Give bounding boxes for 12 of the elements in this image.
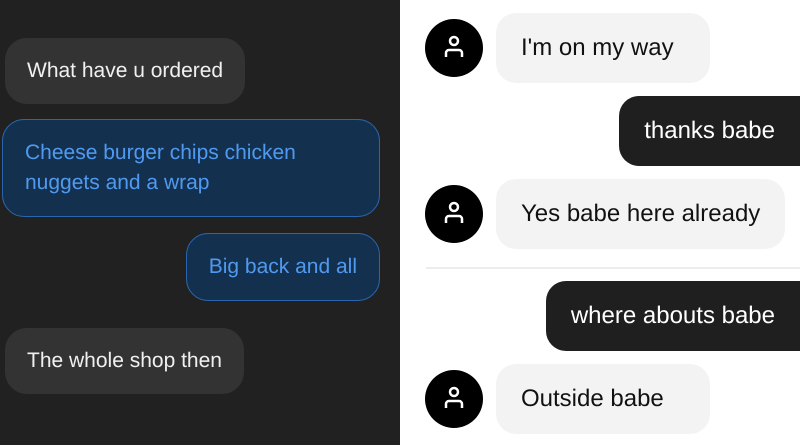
message-bubble: What have u ordered [5, 38, 246, 104]
avatar-icon [425, 185, 483, 243]
avatar-icon [425, 370, 483, 428]
message-bubble: Yes babe here already [496, 179, 786, 249]
avatar-icon [425, 19, 483, 77]
message-bubble: Outside babe [496, 364, 710, 434]
message-bubble: thanks babe [619, 96, 800, 166]
message-bubble: Cheese burger chips chicken nuggets and a wrap [2, 119, 380, 217]
message-bubble: Big back and all [186, 233, 380, 301]
message-bubble: where abouts babe [546, 281, 800, 351]
message-bubble: I'm on my way [496, 13, 710, 83]
message-bubble: The whole shop then [5, 328, 244, 394]
